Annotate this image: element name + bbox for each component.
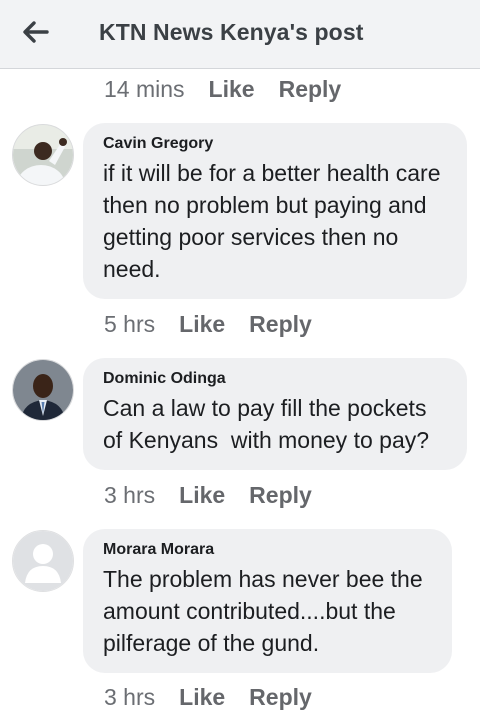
reply-button[interactable]: Reply — [279, 76, 342, 103]
comment-time: 3 hrs — [104, 481, 156, 508]
back-button[interactable] — [16, 14, 56, 50]
reply-button[interactable]: Reply — [249, 482, 312, 509]
comment-author[interactable]: Dominic Odinga — [103, 370, 447, 388]
comment-text: Can a law to pay fill the pockets of Ken… — [103, 395, 433, 453]
reply-button[interactable]: Reply — [249, 311, 312, 338]
comment-meta: 3 hrs Like Reply — [104, 682, 312, 712]
user-photo-icon — [13, 125, 73, 185]
avatar[interactable] — [12, 359, 74, 421]
avatar[interactable] — [12, 124, 74, 186]
comment-time: 14 mins — [104, 75, 185, 102]
comment-time: 5 hrs — [104, 310, 156, 337]
user-photo-icon — [13, 360, 73, 420]
comment-text: if it will be for a better health care t… — [103, 160, 447, 282]
avatar[interactable] — [12, 530, 74, 592]
like-button[interactable]: Like — [179, 482, 225, 509]
page-title: KTN News Kenya's post — [99, 19, 364, 45]
comment-time: 3 hrs — [104, 683, 156, 710]
reply-button[interactable]: Reply — [249, 684, 312, 711]
like-button[interactable]: Like — [209, 76, 255, 103]
comment-bubble: Morara Morara The problem has never bee … — [83, 529, 452, 673]
like-button[interactable]: Like — [179, 311, 225, 338]
comment-meta: 5 hrs Like Reply — [104, 309, 312, 339]
like-button[interactable]: Like — [179, 684, 225, 711]
default-avatar-icon — [13, 531, 73, 591]
comment-meta: 14 mins Like Reply — [104, 74, 341, 104]
comment-meta: 3 hrs Like Reply — [104, 480, 312, 510]
comment-author[interactable]: Cavin Gregory — [103, 135, 447, 153]
app-header: KTN News Kenya's post — [0, 0, 480, 69]
comment-bubble: Dominic Odinga Can a law to pay fill the… — [83, 358, 467, 470]
arrow-left-icon — [23, 21, 49, 43]
comment-bubble: Cavin Gregory if it will be for a better… — [83, 123, 467, 299]
comment-author[interactable]: Morara Morara — [103, 541, 432, 559]
comment-text: The problem has never bee the amount con… — [103, 566, 430, 656]
